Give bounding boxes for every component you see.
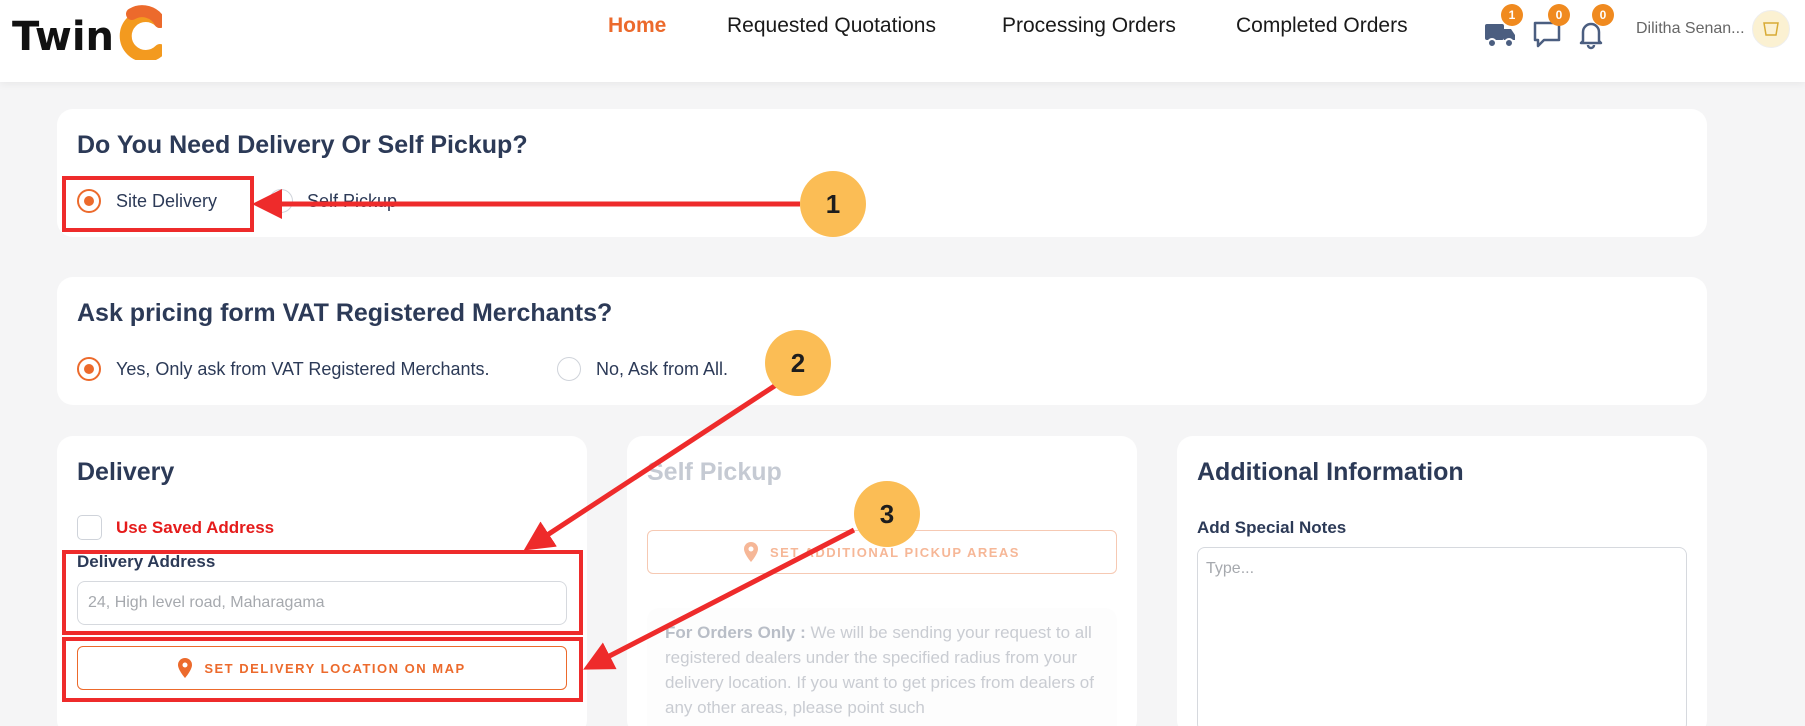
ask-all-radio[interactable] bbox=[557, 357, 581, 381]
additional-info-title: Additional Information bbox=[1197, 458, 1464, 486]
vat-only-label[interactable]: Yes, Only ask from VAT Registered Mercha… bbox=[116, 359, 489, 380]
chat-badge: 0 bbox=[1548, 4, 1570, 26]
avatar[interactable] bbox=[1752, 10, 1790, 48]
delivery-choice-card: Do You Need Delivery Or Self Pickup? Sit… bbox=[57, 109, 1707, 237]
truck-icon[interactable]: 1 bbox=[1483, 4, 1523, 50]
annotation-marker-1: 1 bbox=[800, 171, 866, 237]
use-saved-address-label[interactable]: Use Saved Address bbox=[116, 518, 274, 538]
delivery-address-input[interactable] bbox=[77, 581, 567, 625]
nav-completed-orders[interactable]: Completed Orders bbox=[1236, 14, 1408, 44]
vat-choice-title: Ask pricing form VAT Registered Merchant… bbox=[77, 299, 613, 327]
use-saved-address-checkbox[interactable] bbox=[77, 515, 102, 540]
ask-all-label[interactable]: No, Ask from All. bbox=[596, 359, 728, 380]
delivery-address-label: Delivery Address bbox=[77, 552, 216, 571]
set-delivery-location-label: SET DELIVERY LOCATION ON MAP bbox=[204, 660, 466, 676]
svg-text:Twin: Twin bbox=[12, 14, 114, 60]
map-pin-icon bbox=[178, 658, 193, 678]
chat-icon[interactable]: 0 bbox=[1530, 4, 1570, 50]
delivery-title: Delivery bbox=[77, 458, 175, 486]
self-pickup-info: For Orders Only : We will be sending you… bbox=[647, 608, 1117, 726]
site-delivery-radio[interactable] bbox=[77, 189, 101, 213]
top-navbar: Twin Home Requested Quotations Processin… bbox=[0, 0, 1805, 82]
nav-requested-quotations[interactable]: Requested Quotations bbox=[727, 14, 936, 44]
bell-icon[interactable]: 0 bbox=[1574, 4, 1614, 50]
delivery-choice-title: Do You Need Delivery Or Self Pickup? bbox=[77, 131, 528, 159]
self-pickup-label[interactable]: Self Pickup bbox=[307, 191, 397, 212]
self-pickup-card: Self Pickup SET ADDITIONAL PICKUP AREAS … bbox=[627, 436, 1137, 726]
special-notes-textarea[interactable] bbox=[1197, 547, 1687, 726]
set-pickup-areas-label: SET ADDITIONAL PICKUP AREAS bbox=[770, 544, 1020, 560]
map-pin-icon bbox=[744, 542, 759, 562]
self-pickup-title: Self Pickup bbox=[647, 458, 782, 486]
vat-choice-card: Ask pricing form VAT Registered Merchant… bbox=[57, 277, 1707, 405]
bell-badge: 0 bbox=[1592, 4, 1614, 26]
special-notes-label: Add Special Notes bbox=[1197, 518, 1347, 537]
annotation-marker-2: 2 bbox=[765, 330, 831, 396]
delivery-card: Delivery Use Saved Address Delivery Addr… bbox=[57, 436, 587, 726]
truck-badge: 1 bbox=[1501, 4, 1523, 26]
site-delivery-label[interactable]: Site Delivery bbox=[116, 191, 217, 212]
nav-processing-orders[interactable]: Processing Orders bbox=[1002, 14, 1176, 44]
set-delivery-location-button[interactable]: SET DELIVERY LOCATION ON MAP bbox=[77, 646, 567, 690]
user-name[interactable]: Dilitha Senan... bbox=[1636, 20, 1745, 38]
nav-home[interactable]: Home bbox=[608, 14, 666, 44]
info-bold: For Orders Only : bbox=[665, 623, 806, 642]
additional-info-card: Additional Information Add Special Notes bbox=[1177, 436, 1707, 726]
vat-only-radio[interactable] bbox=[77, 357, 101, 381]
twinc-logo[interactable]: Twin bbox=[12, 4, 162, 60]
annotation-marker-3: 3 bbox=[854, 481, 920, 547]
self-pickup-radio[interactable] bbox=[269, 189, 293, 213]
